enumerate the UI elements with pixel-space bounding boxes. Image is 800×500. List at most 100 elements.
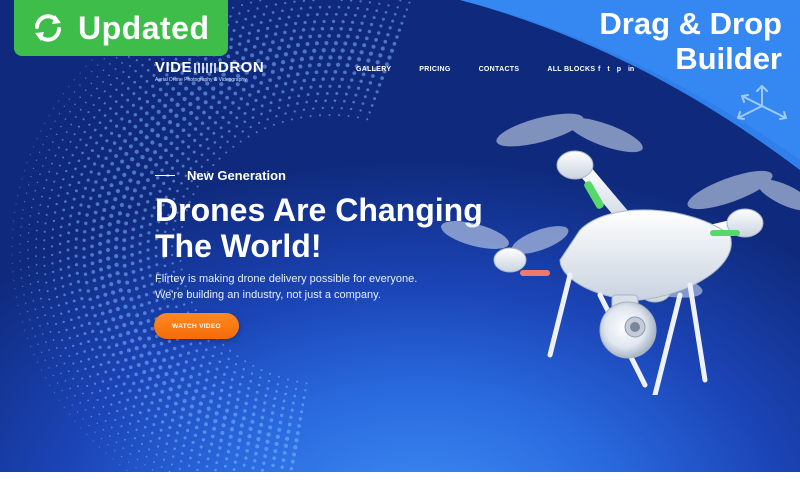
twitter-icon[interactable]: t: [607, 66, 609, 73]
halftone-dot: [30, 175, 32, 178]
halftone-dot: [213, 346, 216, 349]
halftone-dot: [132, 219, 137, 223]
halftone-dot: [344, 92, 348, 96]
halftone-dot: [48, 367, 50, 369]
halftone-dot: [36, 220, 39, 223]
facebook-icon[interactable]: f: [598, 66, 600, 73]
halftone-dot: [108, 309, 113, 314]
halftone-dot: [34, 189, 37, 192]
halftone-dot: [378, 53, 383, 58]
halftone-dot: [134, 210, 139, 215]
halftone-dot: [199, 132, 203, 136]
halftone-dot: [43, 230, 46, 233]
halftone-dot: [366, 58, 371, 63]
halftone-dot: [350, 49, 355, 54]
halftone-dot: [72, 197, 76, 201]
halftone-dot: [306, 13, 310, 17]
halftone-dot: [302, 49, 307, 54]
halftone-dot: [205, 137, 209, 141]
halftone-dot: [68, 354, 71, 357]
halftone-dot: [146, 239, 150, 243]
halftone-dot: [243, 409, 247, 413]
halftone-dot: [330, 77, 335, 81]
halftone-dot: [207, 339, 210, 343]
halftone-dot: [366, 88, 370, 92]
halftone-dot: [142, 370, 147, 374]
halftone-dot: [147, 351, 152, 356]
nav-item-contacts[interactable]: CONTACTS: [479, 66, 520, 73]
nav-item-gallery[interactable]: GALLERY: [356, 66, 391, 73]
halftone-dot: [109, 281, 114, 287]
halftone-dot: [87, 204, 91, 209]
halftone-dot: [297, 94, 301, 98]
linkedin-icon[interactable]: in: [628, 66, 634, 73]
halftone-dot: [174, 371, 178, 376]
halftone-dot: [74, 307, 78, 311]
halftone-dot: [163, 458, 166, 461]
refresh-icon: [28, 8, 68, 48]
halftone-dot: [296, 43, 300, 47]
halftone-dot: [35, 159, 38, 161]
halftone-dot: [289, 36, 294, 41]
halftone-dot: [45, 341, 47, 343]
halftone-dot: [223, 464, 227, 468]
halftone-dot: [305, 71, 309, 75]
brand-logo[interactable]: VIDE DRON Aerial Drone Photography & Vid…: [155, 59, 264, 83]
halftone-dot: [246, 39, 251, 43]
halftone-dot: [206, 147, 210, 150]
halftone-dot: [32, 300, 35, 302]
halftone-dot: [121, 82, 124, 85]
halftone-dot: [76, 220, 80, 224]
halftone-dot: [167, 119, 173, 125]
halftone-dot: [158, 437, 161, 440]
halftone-dot: [259, 0, 262, 2]
halftone-dot: [128, 422, 132, 425]
halftone-dot: [278, 98, 282, 102]
nav-item-all-blocks[interactable]: ALL BLOCKS: [547, 66, 595, 73]
halftone-dot: [297, 424, 301, 428]
halftone-dot: [71, 404, 73, 406]
halftone-dot: [74, 263, 79, 267]
halftone-dot: [301, 403, 305, 407]
halftone-dot: [91, 227, 95, 232]
halftone-dot: [102, 405, 105, 408]
halftone-dot: [356, 86, 361, 90]
halftone-dot: [216, 404, 221, 409]
halftone-dot: [215, 367, 219, 371]
halftone-dot: [85, 65, 87, 67]
watch-video-button[interactable]: WATCH VIDEO: [154, 313, 239, 339]
halftone-dot: [348, 27, 353, 32]
halftone-dot: [128, 144, 133, 149]
nav-item-pricing[interactable]: PRICING: [419, 66, 450, 73]
halftone-dot: [256, 7, 259, 10]
halftone-dot: [165, 442, 169, 446]
halftone-dot: [309, 55, 314, 61]
halftone-dot: [88, 297, 92, 302]
halftone-dot: [139, 142, 144, 147]
halftone-dot: [359, 109, 362, 112]
halftone-dot: [46, 290, 49, 293]
halftone-dot: [296, 380, 299, 383]
halftone-dot: [60, 312, 63, 315]
halftone-dot: [144, 360, 149, 365]
halftone-dot: [98, 250, 102, 255]
halftone-dot: [66, 240, 70, 243]
halftone-dot: [124, 438, 126, 441]
halftone-dot: [186, 187, 189, 190]
halftone-dot: [152, 460, 155, 463]
halftone-dot: [200, 153, 204, 157]
halftone-dot: [164, 371, 169, 377]
halftone-dot: [225, 151, 228, 154]
halftone-dot: [143, 208, 147, 212]
halftone-dot: [181, 128, 186, 133]
pinterest-icon[interactable]: p: [617, 66, 621, 73]
halftone-dot: [43, 256, 46, 259]
halftone-dot: [149, 440, 152, 443]
halftone-dot: [182, 444, 186, 448]
halftone-dot: [241, 375, 244, 379]
updated-badge-label: Updated: [78, 9, 210, 46]
halftone-dot: [244, 401, 248, 406]
halftone-dot: [175, 102, 180, 107]
halftone-dot: [220, 352, 223, 355]
hero-eyebrow: New Generation: [155, 168, 286, 183]
